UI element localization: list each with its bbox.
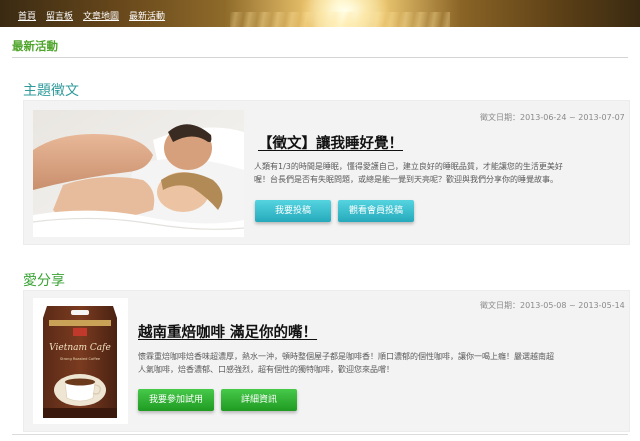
section-heading-essay: 主題徵文: [23, 83, 79, 99]
sleeping-couple-illustration: [33, 110, 244, 237]
section-heading-share: 愛分享: [23, 273, 65, 289]
essay-description: 人類有1/3的時間是睡眠，懂得愛護自己，建立良好的睡眠品質，才能讓您的生活更美好…: [254, 160, 624, 186]
coffee-package-illustration: Vietnam Cafe Strong Roasted Coffee: [33, 298, 128, 424]
top-banner: 首頁 留言板 文章地圖 最新活動: [0, 0, 640, 27]
share-date: 徵文日期：2013-05-08 ~ 2013-05-14: [480, 301, 625, 310]
coffee-product-image: Vietnam Cafe Strong Roasted Coffee: [33, 298, 128, 424]
join-trial-button[interactable]: 我要參加試用: [138, 389, 214, 411]
essay-title-link[interactable]: 【徵文】讓我睡好覺！: [258, 132, 403, 153]
essay-desc-line-1: 人類有1/3的時間是睡眠，懂得愛護自己，建立良好的睡眠品質，才能讓您的生活更美好: [254, 162, 563, 171]
view-member-essays-button[interactable]: 觀看會員投稿: [338, 200, 414, 222]
page-title: 最新活動: [12, 39, 58, 53]
nav-home-link[interactable]: 首頁: [18, 9, 36, 22]
essay-desc-line-2: 喔！台長們是否有失眠問題，或總是能一覺到天亮呢？歡迎與我們分享你的睡覺故事。: [254, 175, 558, 184]
sun-rays: [230, 12, 450, 27]
share-desc-line-1: 懷霖重焙咖啡焙香味超濃厚，熱水一沖，頓時整個屋子都是咖啡香！順口濃郁的個性咖啡，…: [138, 352, 554, 361]
share-title-link[interactable]: 越南重焙咖啡 滿足你的嘴！: [138, 321, 317, 342]
submit-essay-button[interactable]: 我要投稿: [255, 200, 331, 222]
share-desc-line-2: 人氣咖啡，焙香濃郁、口感強烈，超有個性的獨特咖啡，歡迎您來品嚐！: [138, 365, 394, 374]
share-description: 懷霖重焙咖啡焙香味超濃厚，熱水一沖，頓時整個屋子都是咖啡香！順口濃郁的個性咖啡，…: [138, 350, 626, 376]
essay-date: 徵文日期：2013-06-24 ~ 2013-07-07: [480, 113, 625, 122]
nav-events-link[interactable]: 最新活動: [129, 9, 165, 22]
bottom-divider: [12, 434, 628, 435]
product-brand-text: Vietnam Cafe: [49, 343, 111, 353]
sleeping-couple-image: [33, 110, 244, 237]
nav-guestbook-link[interactable]: 留言板: [46, 9, 73, 22]
details-button[interactable]: 詳細資訊: [221, 389, 297, 411]
top-nav: 首頁 留言板 文章地圖 最新活動: [18, 9, 165, 22]
title-divider: [12, 57, 628, 58]
nav-sitemap-link[interactable]: 文章地圖: [83, 9, 119, 22]
product-sub-text: Strong Roasted Coffee: [60, 357, 101, 361]
